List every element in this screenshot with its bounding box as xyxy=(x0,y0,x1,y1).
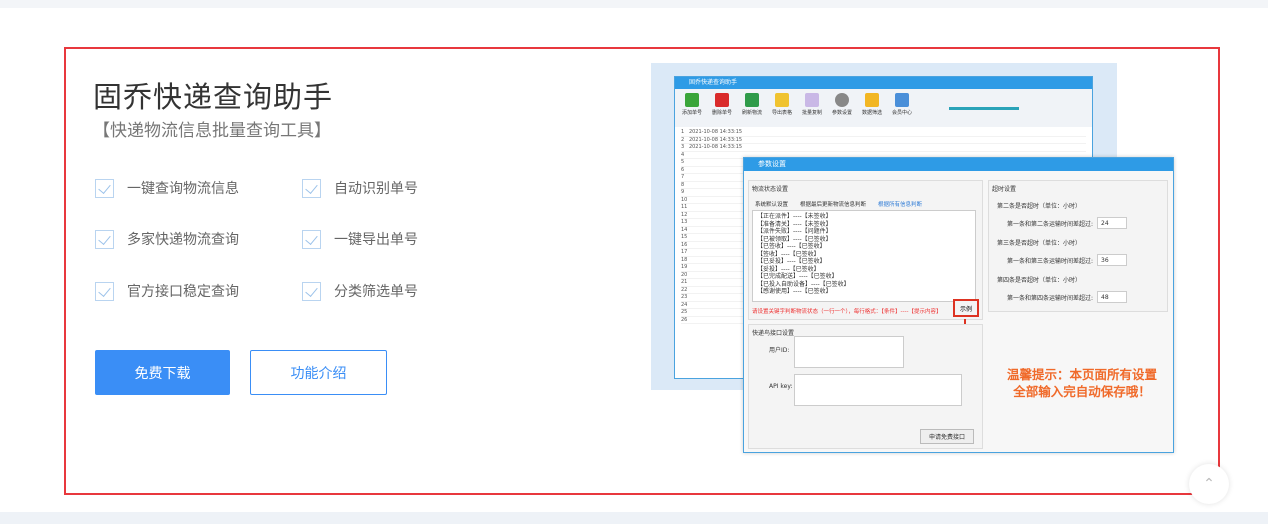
feature-item: 自动识别单号 xyxy=(302,178,418,198)
apply-api-button: 申请免费接口 xyxy=(919,429,974,444)
toolbar-member: 会员中心 xyxy=(889,93,915,121)
check-icon xyxy=(302,178,321,198)
feature-item: 官方接口稳定查询 xyxy=(95,281,239,301)
feature-item: 多家快递物流查询 xyxy=(95,229,239,249)
radio-option: 系统默认设置 xyxy=(755,202,789,208)
check-icon xyxy=(302,229,321,249)
app-toolbar: 添加单号 删除单号 刷新物流 导出表格 批量复制 参数设置 数据筛选 会员中心 xyxy=(675,89,1092,127)
feature-label: 自动识别单号 xyxy=(334,181,418,197)
feature-label: 官方接口稳定查询 xyxy=(127,284,239,300)
feature-label: 一键导出单号 xyxy=(334,232,418,248)
api-key-textarea xyxy=(794,374,962,406)
chevron-up-icon: ⌃ xyxy=(1203,476,1215,492)
feature-label: 多家快递物流查询 xyxy=(127,232,239,248)
feature-item: 分类筛选单号 xyxy=(302,281,418,301)
toolbar-export: 导出表格 xyxy=(769,93,795,121)
bottom-strip xyxy=(0,512,1268,524)
back-to-top-button[interactable]: ⌃ xyxy=(1189,464,1229,504)
feature-label: 一键查询物流信息 xyxy=(127,181,239,197)
feature-item: 一键查询物流信息 xyxy=(95,178,239,198)
top-strip xyxy=(0,0,1268,8)
feature-intro-button[interactable]: 功能介绍 xyxy=(250,350,387,395)
app-titlebar: 固乔快递查询助手 xyxy=(675,77,1092,89)
warm-tip: 温馨提示：本页面所有设置 全部输入完自动保存哦！ xyxy=(1006,367,1157,399)
toolbar-copy: 批量复制 xyxy=(799,93,825,121)
free-download-button[interactable]: 免费下载 xyxy=(95,350,230,395)
example-button: 示例 xyxy=(953,299,979,317)
timeout-settings-group: 超时设置 第二条是否超时（单位：小时） 第一条和第二条运输时间差超过: 24 第… xyxy=(988,180,1168,312)
radio-option: 根据最后更新物流信息判断 xyxy=(800,202,867,208)
toolbar-add: 添加单号 xyxy=(679,93,705,121)
keyword-format-tip: 请设置关键字判断物流状态（一行一个），每行格式：【条件】----【提示内容】 xyxy=(752,309,942,315)
user-id-textarea xyxy=(794,336,904,368)
settings-dialog: 参数设置 物流状态设置 系统默认设置 根据最后更新物流信息判断 根据所有信息判断… xyxy=(743,157,1174,453)
toolbar-filter: 数据筛选 xyxy=(859,93,885,121)
product-title: 固乔快递查询助手 xyxy=(93,80,334,114)
product-subtitle: 【快递物流信息批量查询工具】 xyxy=(93,121,331,141)
dialog-titlebar: 参数设置 xyxy=(744,158,1173,171)
check-icon xyxy=(302,281,321,301)
feature-item: 一键导出单号 xyxy=(302,229,418,249)
check-icon xyxy=(95,178,114,198)
toolbar-refresh: 刷新物流 xyxy=(739,93,765,121)
radio-option: 根据所有信息判断 xyxy=(878,202,923,208)
status-keyword-list: 【正在派件】----【未签收】 【准备清关】----【未签收】 【派件失败】----… xyxy=(752,210,976,302)
toolbar-delete: 删除单号 xyxy=(709,93,735,121)
feature-label: 分类筛选单号 xyxy=(334,284,418,300)
toolbar-settings: 参数设置 xyxy=(829,93,855,121)
check-icon xyxy=(95,229,114,249)
check-icon xyxy=(95,281,114,301)
